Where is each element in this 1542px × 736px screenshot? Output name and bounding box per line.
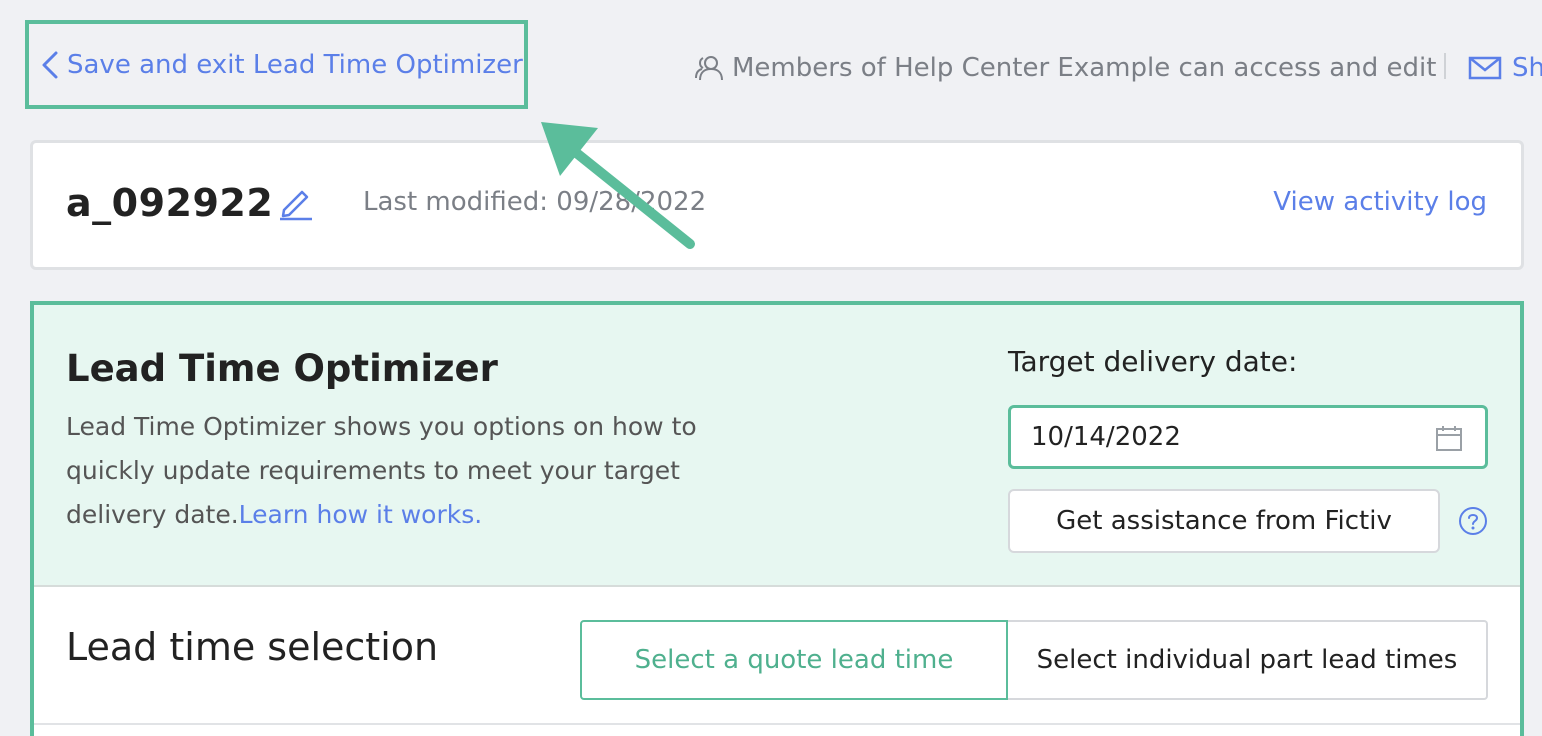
- edit-pencil-icon[interactable]: [276, 183, 314, 221]
- lead-time-optimizer-panel: Lead Time Optimizer Lead Time Optimizer …: [30, 301, 1524, 736]
- save-and-exit-label: Save and exit Lead Time Optimizer: [67, 49, 523, 80]
- last-modified: Last modified: 09/28/2022: [363, 187, 707, 217]
- section-divider: [34, 723, 1520, 725]
- access-text: Members of Help Center Example can acces…: [732, 53, 1437, 83]
- help-icon[interactable]: [1458, 506, 1488, 536]
- save-and-exit-link[interactable]: Save and exit Lead Time Optimizer: [25, 20, 528, 109]
- lead-time-selection-title: Lead time selection: [66, 625, 439, 669]
- learn-how-link[interactable]: Learn how it works.: [239, 500, 483, 529]
- optimizer-title: Lead Time Optimizer: [66, 347, 498, 390]
- target-date-input[interactable]: 10/14/2022: [1008, 405, 1488, 469]
- optimizer-intro: Lead Time Optimizer Lead Time Optimizer …: [34, 305, 1520, 587]
- mail-icon: [1468, 55, 1502, 81]
- optimizer-description: Lead Time Optimizer shows you options on…: [66, 405, 766, 537]
- calendar-icon[interactable]: [1435, 424, 1463, 452]
- target-date-value: 10/14/2022: [1031, 422, 1181, 452]
- view-activity-log-link[interactable]: View activity log: [1273, 187, 1487, 217]
- chevron-left-icon: [39, 50, 61, 80]
- select-part-lead-times-option[interactable]: Select individual part lead times: [1008, 620, 1488, 700]
- share-link[interactable]: Sh: [1468, 48, 1542, 88]
- topbar-divider: [1444, 53, 1446, 79]
- share-label: Sh: [1512, 53, 1542, 83]
- quote-header-card: a_092922 Last modified: 09/28/2022 View …: [30, 140, 1524, 270]
- select-quote-lead-time-option[interactable]: Select a quote lead time: [580, 620, 1008, 700]
- lead-time-mode-toggle: Select a quote lead time Select individu…: [580, 620, 1488, 700]
- target-date-label: Target delivery date:: [1008, 345, 1298, 378]
- access-info: Members of Help Center Example can acces…: [694, 48, 1436, 88]
- users-icon: [694, 53, 724, 83]
- get-assistance-button[interactable]: Get assistance from Fictiv: [1008, 489, 1440, 553]
- page: Save and exit Lead Time Optimizer Member…: [0, 0, 1542, 736]
- quote-name: a_092922: [66, 181, 274, 225]
